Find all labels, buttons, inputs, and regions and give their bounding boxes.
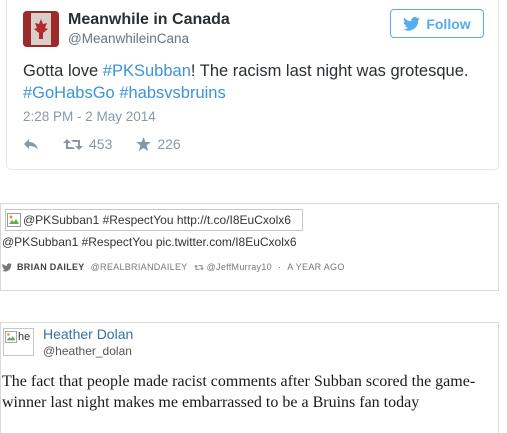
quote-text: The fact that people made racist comment… bbox=[2, 373, 476, 411]
link-card-text[interactable]: @PKSubban1 #RespectYou pic.twitter.com/I… bbox=[2, 235, 297, 249]
canada-flag-icon bbox=[23, 11, 59, 47]
retweet-count: 453 bbox=[89, 136, 113, 152]
broken-image-icon bbox=[7, 213, 21, 227]
avatar-canada-flag[interactable] bbox=[23, 11, 59, 47]
broken-image-alt-text: @PKSubban1 #RespectYou http://t.co/I8EuC… bbox=[23, 213, 291, 227]
tweet-actions: 453 226 bbox=[23, 136, 205, 152]
link-card-age: A YEAR AGO bbox=[287, 262, 345, 272]
tweet-text-segment: Gotta love bbox=[23, 62, 103, 80]
link-card-meta: BRIAN DAILEY @REALBRIANDAILEY @JeffMurra… bbox=[2, 262, 351, 272]
broken-image[interactable]: @PKSubban1 #RespectYou http://t.co/I8EuC… bbox=[5, 209, 303, 231]
link-card-author[interactable]: BRIAN DAILEY bbox=[17, 262, 85, 272]
favorite-button[interactable]: 226 bbox=[136, 136, 181, 152]
link-card: @PKSubban1 #RespectYou http://t.co/I8EuC… bbox=[0, 203, 499, 291]
tweet-text-segment: ! The racism last night was grotesque. bbox=[190, 62, 469, 80]
hashtag-habsvsbruins-link[interactable]: #habsvsbruins bbox=[119, 84, 225, 102]
broken-image-icon bbox=[5, 331, 17, 343]
author-handle[interactable]: @MeanwhileinCana bbox=[68, 31, 189, 46]
embedded-tweet-card: Meanwhile in Canada @MeanwhileinCana Fol… bbox=[6, 0, 499, 170]
quote-author-handle[interactable]: @heather_dolan bbox=[43, 344, 132, 358]
reply-button[interactable] bbox=[23, 138, 39, 151]
hashtag-pksubban-link[interactable]: #PKSubban bbox=[103, 62, 191, 80]
meta-separator: · bbox=[277, 262, 282, 272]
retweet-icon bbox=[193, 264, 204, 270]
follow-button[interactable]: Follow bbox=[390, 9, 484, 38]
author-name[interactable]: Meanwhile in Canada bbox=[68, 11, 230, 29]
avatar[interactable]: he bbox=[3, 328, 34, 356]
quote-author-name[interactable]: Heather Dolan bbox=[43, 326, 133, 342]
tweet-text: Gotta love #PKSubban! The racism last ni… bbox=[23, 60, 488, 104]
retweeted-by[interactable]: @JeffMurray10 bbox=[207, 262, 272, 272]
star-icon bbox=[136, 137, 152, 151]
twitter-bird-icon bbox=[403, 16, 421, 31]
follow-label: Follow bbox=[426, 15, 471, 32]
favorite-count: 226 bbox=[157, 136, 181, 152]
tweet-timestamp[interactable]: 2:28 PM - 2 May 2014 bbox=[23, 109, 156, 124]
retweet-button[interactable]: 453 bbox=[63, 136, 112, 152]
link-card-handle[interactable]: @REALBRIANDAILEY bbox=[91, 262, 188, 272]
hashtag-gohabsgo-link[interactable]: #GoHabsGo bbox=[23, 84, 115, 102]
quoted-tweet-card: he Heather Dolan @heather_dolan The fact… bbox=[0, 322, 499, 433]
retweet-icon bbox=[63, 138, 83, 150]
avatar-alt-text: he bbox=[18, 331, 31, 343]
twitter-bird-icon bbox=[2, 262, 12, 271]
reply-icon bbox=[24, 138, 38, 150]
